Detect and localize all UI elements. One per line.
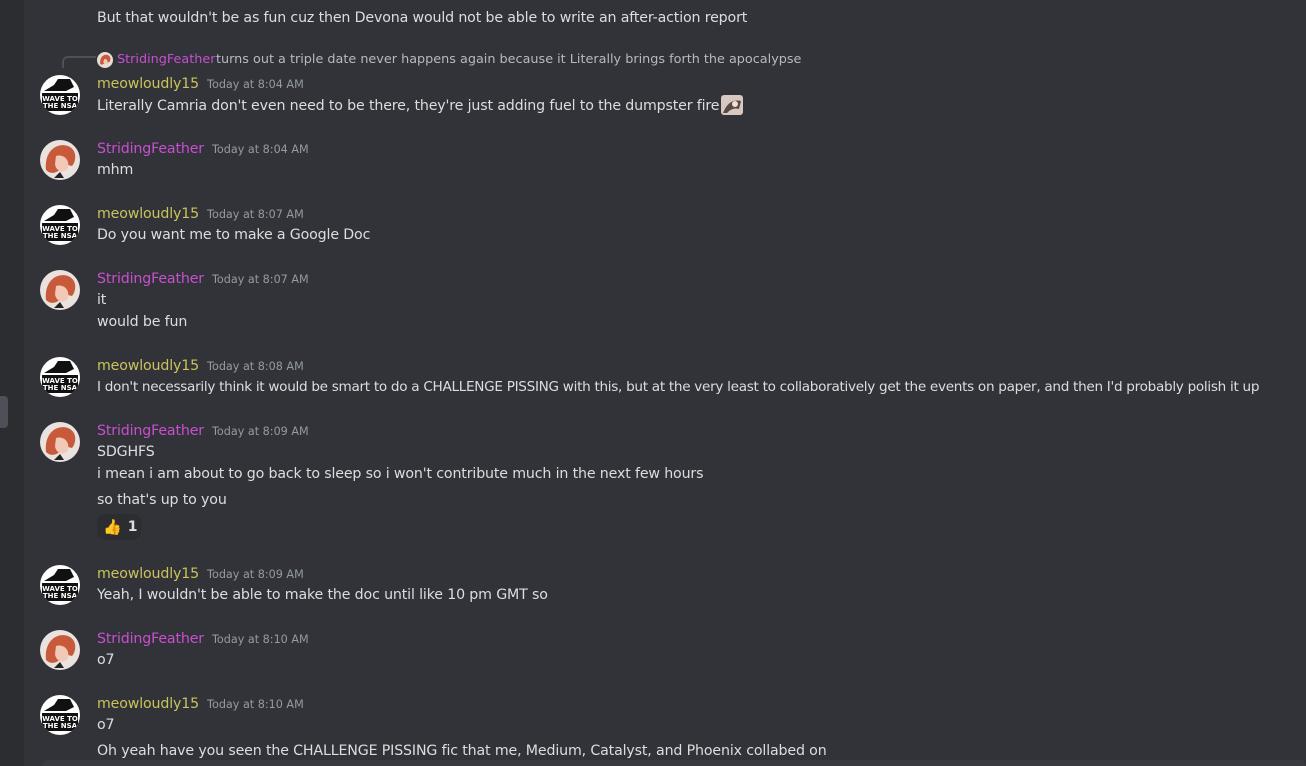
message-text: so that's up to you	[97, 492, 227, 508]
svg-text:THE NSA: THE NSA	[43, 384, 78, 392]
thumbs-up-icon: 👍	[103, 518, 122, 536]
username[interactable]: meowloudly15	[97, 76, 199, 92]
avatar-meowloudly15[interactable]: WAVE TO THE NSA	[40, 565, 80, 605]
svg-text:THE NSA: THE NSA	[43, 722, 78, 730]
avatar-meowloudly15[interactable]: WAVE TO THE NSA	[40, 357, 80, 397]
message-text: Oh yeah have you seen the CHALLENGE PISS…	[97, 743, 827, 759]
message-text: would be fun	[97, 314, 188, 330]
message-header: meowloudly15 Today at 8:09 AM	[97, 564, 304, 585]
message-text: I don't necessarily think it would be sm…	[97, 379, 1260, 395]
timestamp[interactable]: Today at 8:10 AM	[212, 633, 309, 646]
message-header: meowloudly15 Today at 8:08 AM	[97, 356, 304, 377]
message-header: meowloudly15 Today at 8:10 AM	[97, 694, 304, 715]
avatar-stridingfeather[interactable]	[40, 270, 80, 310]
message-text: Do you want me to make a Google Doc	[97, 227, 371, 243]
rail-indicator[interactable]	[0, 396, 8, 428]
message-header: meowloudly15 Today at 8:04 AM	[97, 74, 304, 95]
message-text: mhm	[97, 162, 134, 178]
avatar-meowloudly15[interactable]: WAVE TO THE NSA	[40, 695, 80, 735]
message-text: SDGHFS	[97, 444, 155, 460]
timestamp[interactable]: Today at 8:09 AM	[212, 425, 309, 438]
discord-chat-window: But that wouldn't be as fun cuz then Dev…	[0, 0, 1306, 766]
timestamp[interactable]: Today at 8:08 AM	[207, 360, 304, 373]
username[interactable]: meowloudly15	[97, 696, 199, 712]
username[interactable]: StridingFeather	[97, 423, 204, 439]
message-list: But that wouldn't be as fun cuz then Dev…	[24, 0, 1306, 766]
timestamp[interactable]: Today at 8:09 AM	[207, 568, 304, 581]
custom-emoji-icon[interactable]	[721, 95, 744, 115]
message-text: Literally Camria don't even need to be t…	[97, 95, 744, 116]
message-text: it	[97, 292, 107, 308]
message-text: o7	[97, 717, 115, 733]
left-rail	[0, 0, 24, 766]
reaction-thumbs-up[interactable]: 👍 1	[97, 514, 141, 540]
avatar-meowloudly15[interactable]: WAVE TO THE NSA	[40, 205, 80, 245]
avatar-stridingfeather[interactable]	[40, 630, 80, 670]
timestamp[interactable]: Today at 8:07 AM	[207, 208, 304, 221]
username[interactable]: meowloudly15	[97, 206, 199, 222]
message-text: o7	[97, 652, 115, 668]
svg-text:THE NSA: THE NSA	[43, 102, 78, 110]
message-header: StridingFeather Today at 8:09 AM	[97, 421, 309, 442]
svg-text:THE NSA: THE NSA	[43, 592, 78, 600]
message-header: StridingFeather Today at 8:04 AM	[97, 139, 309, 160]
username[interactable]: meowloudly15	[97, 566, 199, 582]
reaction-count: 1	[127, 519, 138, 535]
avatar-stridingfeather[interactable]	[40, 140, 80, 180]
message-text: i mean i am about to go back to sleep so…	[97, 466, 704, 482]
timestamp[interactable]: Today at 8:04 AM	[207, 78, 304, 91]
message-text: Yeah, I wouldn't be able to make the doc…	[97, 587, 548, 603]
svg-text:THE NSA: THE NSA	[43, 232, 78, 240]
username[interactable]: StridingFeather	[97, 271, 204, 287]
message-header: meowloudly15 Today at 8:07 AM	[97, 204, 304, 225]
username[interactable]: StridingFeather	[97, 141, 204, 157]
avatar-meowloudly15[interactable]: WAVE TO THE NSA	[40, 75, 80, 115]
reply-author[interactable]: StridingFeather	[117, 51, 216, 69]
message-line: Literally Camria don't even need to be t…	[97, 98, 720, 114]
reply-avatar-icon[interactable]	[97, 52, 113, 68]
message-text: But that wouldn't be as fun cuz then Dev…	[97, 10, 748, 26]
reply-text[interactable]: turns out a triple date never happens ag…	[216, 51, 801, 69]
message-header: StridingFeather Today at 8:07 AM	[97, 269, 309, 290]
timestamp[interactable]: Today at 8:10 AM	[207, 698, 304, 711]
message-header: StridingFeather Today at 8:10 AM	[97, 629, 309, 650]
message-input-edge[interactable]	[42, 760, 1306, 766]
reply-connector	[62, 56, 96, 68]
username[interactable]: StridingFeather	[97, 631, 204, 647]
timestamp[interactable]: Today at 8:04 AM	[212, 143, 309, 156]
timestamp[interactable]: Today at 8:07 AM	[212, 273, 309, 286]
avatar-stridingfeather[interactable]	[40, 422, 80, 462]
username[interactable]: meowloudly15	[97, 358, 199, 374]
